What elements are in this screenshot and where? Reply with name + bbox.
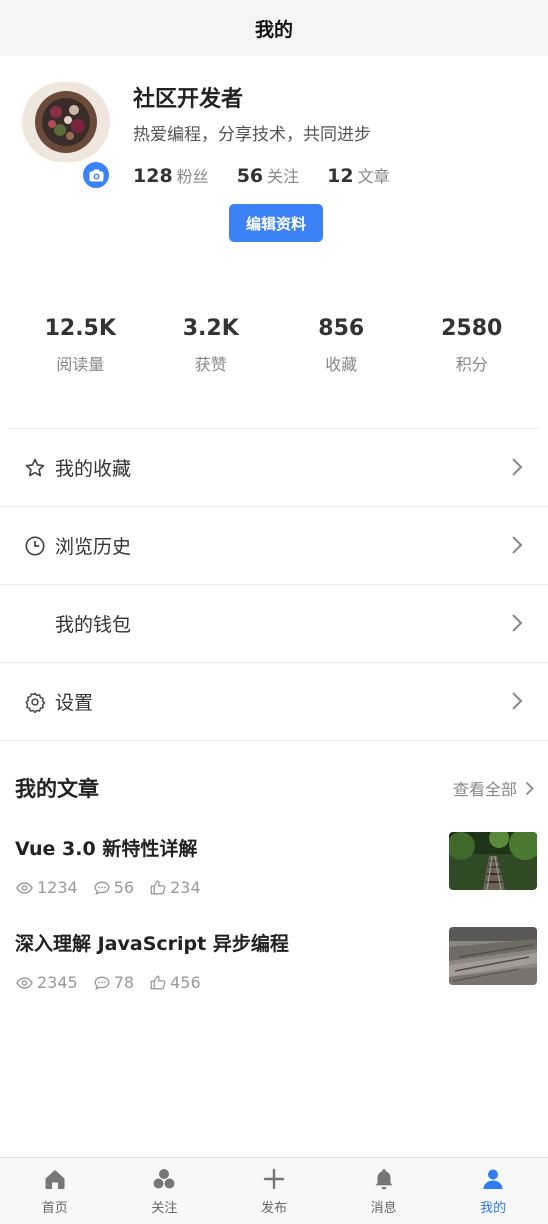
wallet-icon (23, 612, 47, 636)
article-title: Vue 3.0 新特性详解 (15, 838, 198, 860)
article-item[interactable]: 深入理解 JavaScript 异步编程 2345 78 456 (0, 927, 548, 1009)
article-item[interactable]: Vue 3.0 新特性详解 1234 56 234 (0, 832, 548, 914)
article-meta: 2345 78 456 (16, 973, 217, 992)
article-title: 深入理解 JavaScript 异步编程 (15, 933, 289, 955)
stat-reads: 12.5K 阅读量 (15, 316, 146, 375)
avatar[interactable] (22, 82, 110, 162)
plus-icon (263, 1168, 285, 1190)
chevron-right-icon (512, 458, 523, 476)
chevron-right-icon (512, 614, 523, 632)
comments-stat: 56 (94, 878, 134, 897)
camera-icon (89, 169, 103, 181)
views-stat: 2345 (16, 973, 78, 992)
edit-profile-button[interactable]: 编辑资料 (229, 204, 323, 242)
stat-label: 收藏 (325, 355, 358, 374)
count-label: 文章 (357, 167, 390, 186)
comments-count: 78 (113, 973, 135, 992)
article-thumbnail (449, 927, 537, 985)
menu-item-label: 我的收藏 (55, 458, 132, 480)
tab-bar: 首页 关注 发布 消息 我的 (0, 1157, 548, 1224)
count-label: 关注 (267, 167, 300, 186)
comment-icon (94, 881, 110, 895)
change-avatar-button[interactable] (81, 160, 111, 190)
tab-messages[interactable]: 消息 (329, 1158, 439, 1224)
tab-follow[interactable]: 关注 (110, 1158, 220, 1224)
stat-label: 积分 (455, 355, 488, 374)
user-bio: 热爱编程，分享技术，共同进步 (133, 125, 371, 145)
view-all-link[interactable]: 查看全部 (453, 776, 534, 800)
chevron-right-icon (525, 781, 534, 795)
home-icon (45, 1170, 65, 1189)
articles-header: 我的文章 查看全部 (0, 770, 548, 806)
stat-value: 856 (318, 316, 365, 341)
stat-label: 阅读量 (56, 355, 105, 374)
menu-item-label: 设置 (55, 692, 94, 714)
views-stat: 1234 (16, 878, 78, 897)
count-value: 128 (133, 165, 173, 187)
page-title: 我的 (254, 18, 293, 41)
menu-list: 我的收藏 浏览历史 我的钱包 设置 (0, 428, 548, 741)
stat-favorites: 856 收藏 (276, 316, 407, 375)
tab-home[interactable]: 首页 (0, 1158, 110, 1224)
menu-item-history[interactable]: 浏览历史 (0, 506, 548, 584)
comments-stat: 78 (94, 973, 134, 992)
likes-stat: 234 (150, 878, 201, 897)
eye-icon (16, 976, 33, 989)
count-value: 56 (236, 165, 264, 187)
menu-item-label: 浏览历史 (55, 536, 132, 558)
tab-label: 发布 (260, 1201, 287, 1216)
tab-label: 消息 (370, 1201, 397, 1216)
tab-publish[interactable]: 发布 (219, 1158, 329, 1224)
thumbs-up-icon (150, 975, 166, 990)
count-value: 12 (327, 165, 354, 187)
section-title: 我的文章 (15, 777, 99, 801)
tab-label: 首页 (41, 1201, 68, 1216)
articles-count[interactable]: 12 文章 (327, 163, 389, 187)
likes-stat: 456 (150, 973, 201, 992)
eye-icon (16, 881, 33, 894)
thumbs-up-icon (150, 880, 166, 895)
following-count[interactable]: 56 关注 (237, 163, 299, 187)
chevron-right-icon (512, 692, 523, 710)
tab-me[interactable]: 我的 (438, 1158, 548, 1224)
clock-icon (23, 534, 47, 558)
tab-label: 我的 (480, 1201, 507, 1216)
chevron-right-icon (512, 536, 523, 554)
article-meta: 1234 56 234 (16, 878, 217, 897)
followers-count[interactable]: 128 粉丝 (133, 163, 209, 187)
stat-value: 2580 (441, 316, 503, 341)
user-counts: 128 粉丝 56 关注 12 文章 (133, 163, 418, 187)
divider (0, 740, 548, 741)
menu-item-favorites[interactable]: 我的收藏 (8, 428, 540, 506)
count-label: 粉丝 (176, 167, 209, 186)
user-icon (483, 1169, 503, 1189)
bell-icon (375, 1169, 393, 1190)
menu-item-wallet[interactable]: 我的钱包 (0, 584, 548, 662)
comment-icon (94, 976, 110, 990)
stat-label: 获赞 (194, 355, 227, 374)
follow-icon (153, 1169, 175, 1189)
navbar: 我的 (0, 0, 548, 56)
comments-count: 56 (113, 878, 135, 897)
stat-value: 3.2K (182, 316, 239, 341)
profile-card: 社区开发者 热爱编程，分享技术，共同进步 128 粉丝 56 关注 12 文章 … (0, 56, 548, 292)
menu-item-settings[interactable]: 设置 (0, 662, 548, 740)
views-count: 2345 (37, 973, 78, 992)
view-all-label: 查看全部 (452, 780, 517, 799)
stat-likes: 3.2K 获赞 (146, 316, 277, 375)
menu-item-label: 我的钱包 (55, 614, 132, 636)
stat-value: 12.5K (44, 316, 116, 341)
stat-points: 2580 积分 (407, 316, 538, 375)
likes-count: 456 (170, 973, 201, 992)
tab-label: 关注 (151, 1201, 178, 1216)
article-thumbnail (449, 832, 537, 890)
user-name: 社区开发者 (133, 87, 244, 112)
likes-count: 234 (170, 878, 201, 897)
gear-icon (23, 690, 47, 714)
views-count: 1234 (37, 878, 78, 897)
stats-row: 12.5K 阅读量 3.2K 获赞 856 收藏 2580 积分 (15, 316, 537, 375)
star-icon (23, 456, 47, 480)
